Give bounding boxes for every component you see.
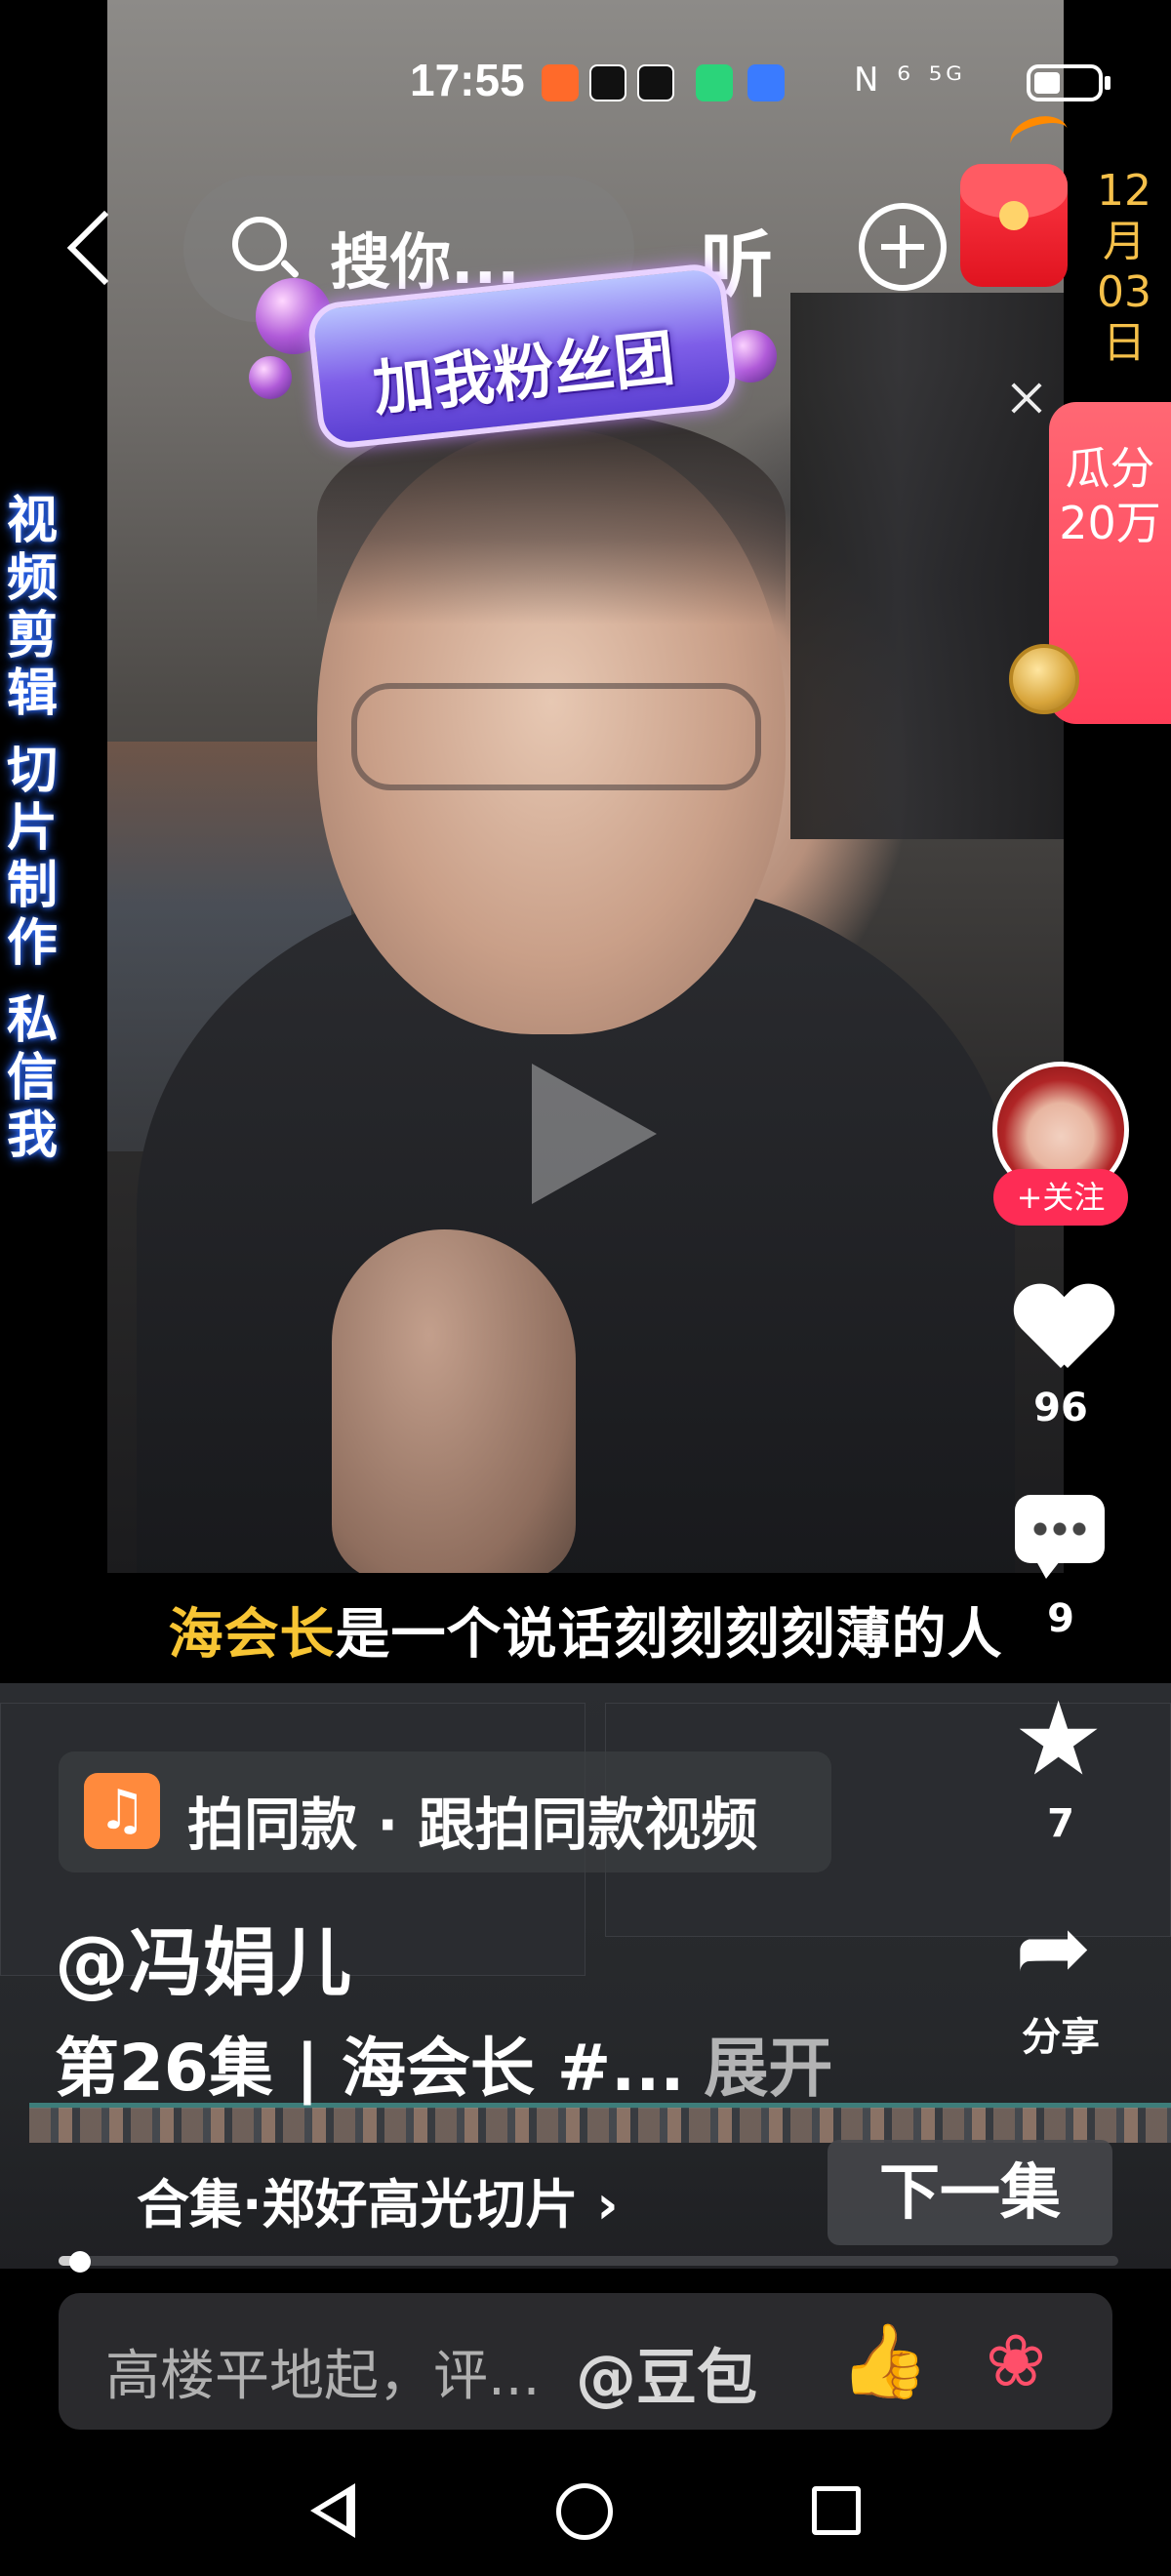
video-subtitle: 海会长是一个说话刻刻刻刻薄的人 [0,1590,1171,1670]
status-time: 17:55 [410,55,525,105]
side-char: 辑 [6,664,58,723]
promo-label: 瓜分20万 [1059,442,1161,549]
red-packet-icon[interactable] [960,164,1068,287]
video-person-fist [332,1229,576,1573]
battery-icon [1027,64,1110,101]
play-icon[interactable] [532,1064,657,1204]
side-char: 我 [6,1107,58,1165]
progress-knob[interactable] [68,2251,91,2273]
mention-button[interactable]: @豆包 [576,2328,757,2416]
subtitle-highlight: 海会长 [168,1603,336,1667]
tiktok-notification-icon [637,64,674,101]
background-clothes-rack [790,293,1064,839]
next-episode-button[interactable]: 下一集 [828,2140,1112,2245]
tiktok-notification-icon [589,64,626,101]
baidu-notification-icon [747,64,785,101]
description-text: 第26集 | 海会长 #... [55,2031,685,2106]
comment-dots [1030,1522,1089,1536]
thumbs-up-icon[interactable]: 👍 [839,2320,929,2402]
favorite-count: 7 [1047,1801,1074,1846]
subtitle-text: 是一个说话刻刻刻刻薄的人 [335,1603,1003,1667]
editor-timeline-frames [29,2108,1171,2143]
side-char: 信 [6,1049,58,1107]
like-count: 96 [1033,1386,1088,1430]
shoot-same-label: 拍同款 · 跟拍同款视频 [187,1791,758,1858]
comment-icon[interactable] [1015,1495,1105,1579]
video-progress-bar[interactable] [59,2256,1118,2266]
side-char: 频 [6,549,58,608]
camera-notification-icon [696,64,733,101]
share-icon[interactable]: ➦ [1015,1903,1092,1994]
video-description[interactable]: 第26集 | 海会长 #... 展开 [55,2016,832,2110]
video-person-glasses [351,683,761,790]
signal-indicators: N ⁶ ⁵ᴳ [854,60,966,100]
author-username[interactable]: @冯娟儿 [55,1903,351,2010]
search-icon [232,217,287,271]
side-char: 作 [6,914,58,973]
expand-link[interactable]: 展开 [704,2031,832,2106]
date-overlay: 12月03日 [1097,166,1151,368]
side-promo-text: 视 频 剪 辑 切 片 制 作 私 信 我 [0,493,64,1165]
back-icon[interactable] [61,200,115,298]
side-char: 私 [6,991,58,1050]
follow-button[interactable]: +关注 [993,1169,1128,1226]
close-icon[interactable] [1009,381,1044,416]
comment-placeholder: 高楼平地起，评... [105,2345,541,2408]
medal-icon [1009,644,1079,714]
collection-link[interactable]: 合集·郑好高光切片 › [137,2161,619,2238]
status-bar: 17:55 N ⁶ ⁵ᴳ [0,0,1171,166]
add-icon[interactable] [859,203,947,291]
side-char: 视 [6,492,58,550]
shoot-same-button[interactable]: ♫ 拍同款 · 跟拍同款视频 [59,1751,831,1872]
nav-back-icon-inner [320,2495,346,2526]
heart-icon[interactable] [1015,1286,1107,1370]
star-icon[interactable]: ★ [1013,1688,1104,1790]
nav-home-icon[interactable] [556,2483,613,2540]
share-label: 分享 [1022,2015,1100,2060]
side-char: 剪 [6,607,58,665]
comment-input[interactable]: 高楼平地起，评... @豆包 👍 ❀ [59,2293,1112,2430]
app-notification-icon [542,64,579,101]
side-char: 切 [6,742,58,800]
fan-club-label: 加我粉丝团 [369,321,678,424]
music-icon: ♫ [84,1773,160,1849]
nav-recent-apps-icon[interactable] [812,2486,861,2535]
disco-ball-icon [249,356,292,399]
layers-icon [55,2174,113,2227]
side-char: 制 [6,857,58,915]
side-char: 片 [6,799,58,858]
rose-icon[interactable]: ❀ [986,2320,1046,2402]
